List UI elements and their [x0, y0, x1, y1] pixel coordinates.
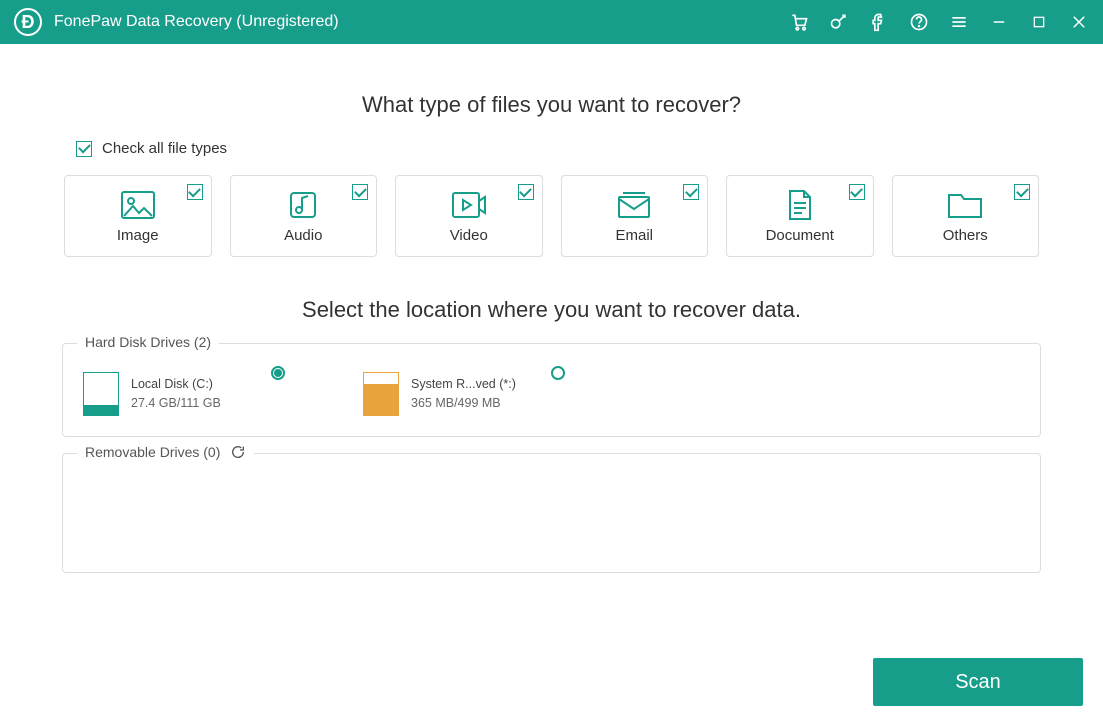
drive-system-reserved[interactable]: System R...ved (*:) 365 MB/499 MB	[363, 372, 563, 416]
removable-drives-section: Removable Drives (0)	[62, 453, 1041, 573]
menu-icon[interactable]	[949, 12, 969, 32]
check-all-row[interactable]: Check all file types	[0, 140, 1103, 157]
drive-info-local-c: Local Disk (C:) 27.4 GB/111 GB	[131, 375, 221, 413]
app-title: FonePaw Data Recovery (Unregistered)	[54, 13, 339, 31]
app-logo: Ð	[14, 8, 42, 36]
document-icon	[786, 189, 814, 221]
check-all-checkbox[interactable]	[76, 141, 92, 157]
maximize-icon[interactable]	[1029, 12, 1049, 32]
drive-info-system-reserved: System R...ved (*:) 365 MB/499 MB	[411, 375, 516, 413]
video-icon	[451, 189, 487, 221]
scan-button[interactable]: Scan	[873, 658, 1083, 706]
facebook-icon[interactable]	[869, 12, 889, 32]
filetype-card-others[interactable]: Others	[892, 175, 1040, 257]
filetype-card-audio[interactable]: Audio	[230, 175, 378, 257]
filetype-label-audio: Audio	[284, 227, 322, 244]
drive-icon-local-c	[83, 372, 119, 416]
help-icon[interactable]	[909, 12, 929, 32]
files-heading: What type of files you want to recover?	[0, 92, 1103, 118]
refresh-icon[interactable]	[230, 444, 246, 460]
filetype-checkbox-image[interactable]	[187, 184, 203, 200]
drive-radio-local-c[interactable]	[271, 366, 285, 380]
check-all-label: Check all file types	[102, 140, 227, 157]
filetype-label-document: Document	[766, 227, 834, 244]
filetype-label-video: Video	[450, 227, 488, 244]
titlebar: Ð FonePaw Data Recovery (Unregistered)	[0, 0, 1103, 44]
filetype-card-email[interactable]: Email	[561, 175, 709, 257]
filetype-checkbox-document[interactable]	[849, 184, 865, 200]
drive-size-local-c: 27.4 GB/111 GB	[131, 394, 221, 413]
drive-name-system-reserved: System R...ved (*:)	[411, 375, 516, 394]
drive-size-system-reserved: 365 MB/499 MB	[411, 394, 516, 413]
cart-icon[interactable]	[789, 12, 809, 32]
hard-disk-section-label: Hard Disk Drives (2)	[77, 334, 219, 350]
minimize-icon[interactable]	[989, 12, 1009, 32]
filetype-label-image: Image	[117, 227, 159, 244]
filetype-card-document[interactable]: Document	[726, 175, 874, 257]
hard-disk-drives-section: Hard Disk Drives (2) Local Disk (C:) 27.…	[62, 343, 1041, 437]
filetype-checkbox-others[interactable]	[1014, 184, 1030, 200]
filetype-label-email: Email	[615, 227, 653, 244]
filetype-card-video[interactable]: Video	[395, 175, 543, 257]
filetype-checkbox-email[interactable]	[683, 184, 699, 200]
email-icon	[617, 189, 651, 221]
filetype-checkbox-video[interactable]	[518, 184, 534, 200]
drive-icon-system-reserved	[363, 372, 399, 416]
removable-section-label: Removable Drives (0)	[77, 444, 254, 460]
drive-radio-system-reserved[interactable]	[551, 366, 565, 380]
file-type-cards: Image Audio Video Email Document Ot	[0, 175, 1103, 257]
removable-label-text: Removable Drives (0)	[85, 444, 220, 460]
filetype-label-others: Others	[943, 227, 988, 244]
location-heading: Select the location where you want to re…	[0, 297, 1103, 323]
filetype-checkbox-audio[interactable]	[352, 184, 368, 200]
titlebar-icons	[789, 12, 1089, 32]
close-icon[interactable]	[1069, 12, 1089, 32]
key-icon[interactable]	[829, 12, 849, 32]
drive-local-c[interactable]: Local Disk (C:) 27.4 GB/111 GB	[83, 372, 283, 416]
hard-disk-label-text: Hard Disk Drives (2)	[85, 334, 211, 350]
image-icon	[120, 189, 156, 221]
filetype-card-image[interactable]: Image	[64, 175, 212, 257]
audio-icon	[288, 189, 318, 221]
folder-icon	[947, 189, 983, 221]
drive-name-local-c: Local Disk (C:)	[131, 375, 221, 394]
